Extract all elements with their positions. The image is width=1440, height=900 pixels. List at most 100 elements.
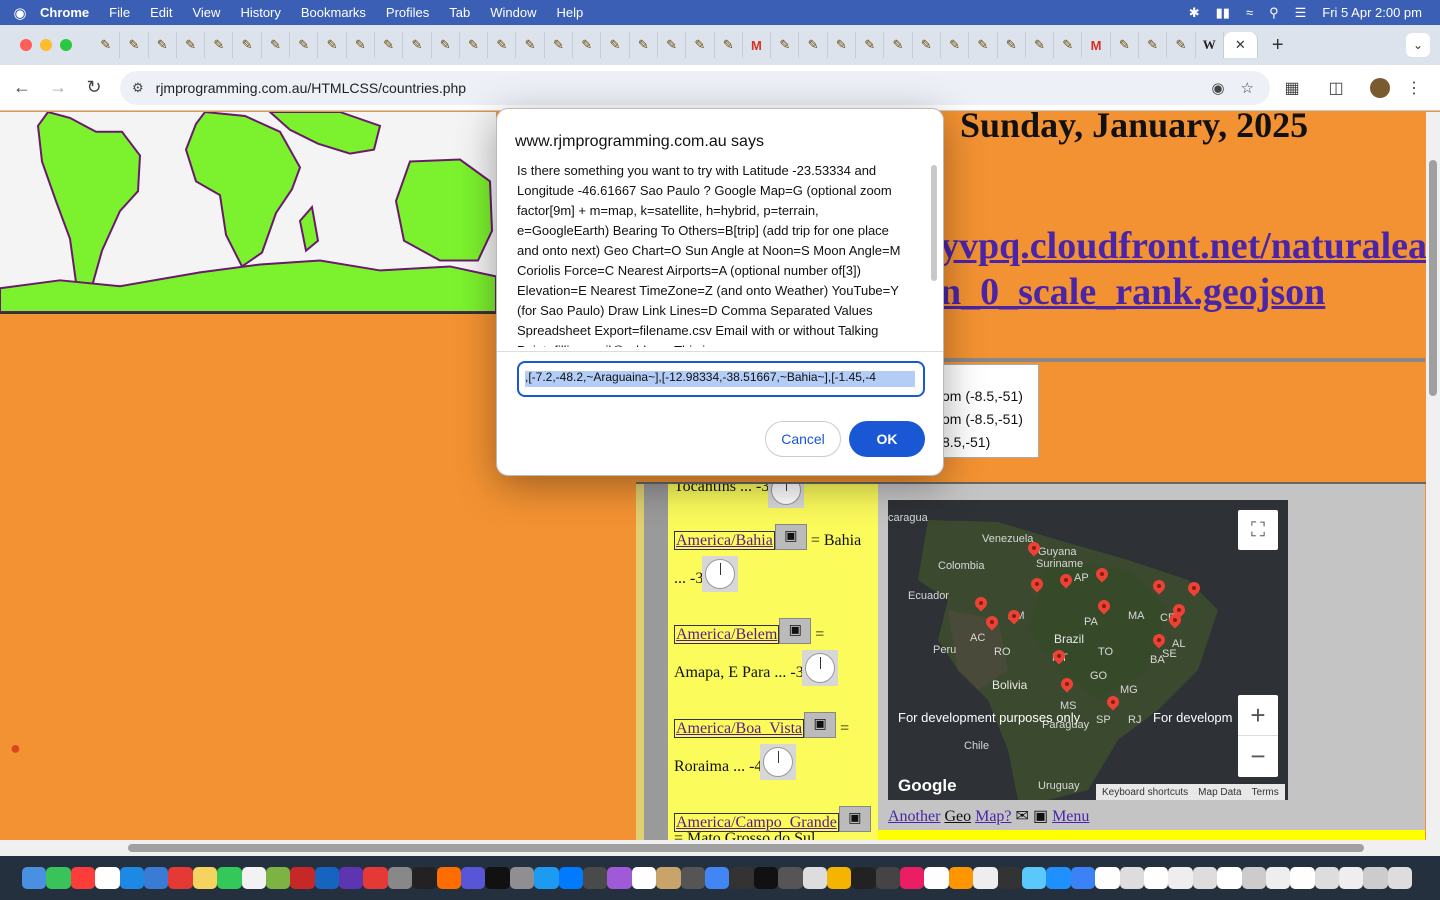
map-marker-icon[interactable] (1031, 578, 1043, 594)
map-pin-icon[interactable]: ● (10, 738, 21, 759)
dock-app-icon[interactable] (22, 867, 47, 889)
clock-icon[interactable] (702, 556, 738, 592)
keyboard-shortcuts-link[interactable]: Keyboard shortcuts (1102, 787, 1188, 798)
chrome-menu-icon[interactable]: ⋮ (1402, 78, 1426, 98)
menu-window[interactable]: Window (490, 5, 536, 20)
dock-app-icon[interactable] (607, 867, 632, 889)
tz-link-boa-vista[interactable]: America/Boa_Vista (674, 719, 805, 738)
clock-icon[interactable] (760, 744, 796, 780)
tab-pencil-icon[interactable]: ✎ (1054, 32, 1083, 58)
dock-app-icon[interactable] (1387, 867, 1413, 889)
apple-menu-icon[interactable]: ◉ (0, 4, 40, 22)
email-icon[interactable]: ✉ (1016, 808, 1029, 825)
tab-pencil-icon[interactable]: ✎ (799, 32, 828, 58)
map-data-link[interactable]: Map Data (1198, 787, 1241, 798)
dock-app-icon[interactable] (143, 867, 169, 889)
dock-app-icon[interactable] (1046, 867, 1071, 889)
menubar-clock[interactable]: Fri 5 Apr 2:00 pm (1322, 5, 1422, 20)
tab-pencil-icon[interactable]: ✎ (998, 32, 1026, 58)
tab-pencil-icon[interactable]: ✎ (488, 32, 517, 58)
tab-pencil-icon[interactable]: ✎ (884, 32, 913, 58)
address-bar[interactable]: ⚙ rjmprogramming.com.au/HTMLCSS/countrie… (120, 70, 1270, 105)
tab-pencil-icon[interactable]: ✎ (432, 32, 460, 58)
dock-app-icon[interactable] (290, 867, 315, 889)
tz-link-bahia[interactable]: America/Bahia (674, 531, 775, 550)
ok-button[interactable]: OK (849, 421, 925, 457)
menu-bookmarks[interactable]: Bookmarks (301, 5, 366, 20)
dock-app-icon[interactable] (436, 867, 462, 889)
tab-pencil-icon[interactable]: ✎ (516, 32, 545, 58)
spotlight-search-icon[interactable]: ⚲ (1269, 5, 1279, 21)
menu-profiles[interactable]: Profiles (386, 5, 429, 20)
tab-pencil-icon[interactable]: ✎ (1139, 32, 1168, 58)
tab-pencil-icon[interactable]: ✎ (658, 32, 687, 58)
dock-app-icon[interactable] (1339, 867, 1364, 889)
map-marker-icon[interactable] (1169, 614, 1181, 630)
wifi-icon[interactable]: ≈ (1246, 5, 1253, 20)
menu-app-chrome[interactable]: Chrome (40, 5, 89, 20)
webcam-icon[interactable]: ▣ (804, 712, 837, 738)
menu-view[interactable]: View (192, 5, 220, 20)
dock-app-icon[interactable] (1022, 867, 1047, 889)
dock-app-icon[interactable] (704, 867, 730, 889)
tab-pencil-icon[interactable]: ✎ (1111, 32, 1139, 58)
new-tab-button[interactable]: + (1272, 34, 1284, 57)
dock-app-icon[interactable] (802, 867, 827, 889)
tab-pencil-icon[interactable]: ✎ (686, 32, 715, 58)
tab-pencil-icon[interactable]: ✎ (601, 32, 630, 58)
dock-app-icon[interactable] (70, 867, 96, 889)
dock-app-icon[interactable] (680, 867, 705, 889)
dock-app-icon[interactable] (558, 867, 583, 889)
dock-app-icon[interactable] (534, 867, 559, 889)
tab-gmail-icon[interactable]: M (743, 32, 772, 58)
dock-app-icon[interactable] (1143, 867, 1169, 889)
tab-pencil-icon[interactable]: ✎ (969, 32, 998, 58)
dock-app-icon[interactable] (753, 867, 779, 889)
webcam-icon[interactable]: ▣ (838, 806, 871, 832)
tab-pencil-icon[interactable]: ✎ (149, 32, 177, 58)
menu-link[interactable]: Menu (1052, 808, 1089, 825)
dock-app-icon[interactable] (900, 867, 925, 889)
dock-app-icon[interactable] (95, 867, 120, 889)
dock-app-icon[interactable] (509, 867, 535, 889)
back-icon[interactable]: ← (4, 77, 40, 98)
cancel-button[interactable]: Cancel (765, 421, 841, 457)
terms-link[interactable]: Terms (1252, 787, 1279, 798)
map-link[interactable]: Map? (975, 808, 1011, 825)
tab-pencil-icon[interactable]: ✎ (318, 32, 347, 58)
map-marker-icon[interactable] (1060, 574, 1072, 590)
dock-app-icon[interactable] (826, 867, 852, 889)
close-window-button[interactable] (20, 39, 32, 51)
dock-app-icon[interactable] (192, 867, 218, 889)
dock-app-icon[interactable] (582, 867, 608, 889)
menu-edit[interactable]: Edit (150, 5, 172, 20)
side-panel-icon[interactable]: ◫ (1314, 78, 1358, 98)
dock-app-icon[interactable] (729, 867, 754, 889)
dock-app-icon[interactable] (875, 867, 901, 889)
dock-app-icon[interactable] (387, 867, 413, 889)
map-marker-icon[interactable] (986, 616, 998, 632)
reload-icon[interactable]: ↻ (76, 77, 112, 98)
dock-app-icon[interactable] (1363, 867, 1388, 889)
dock-app-icon[interactable] (168, 867, 193, 889)
another-link[interactable]: Another (888, 808, 940, 825)
dock-app-icon[interactable] (1265, 867, 1291, 889)
dock-app-icon[interactable] (1290, 867, 1315, 889)
tab-pencil-icon[interactable]: ✎ (403, 32, 432, 58)
dock-app-icon[interactable] (656, 867, 681, 889)
tz-link-belem[interactable]: America/Belem (674, 625, 780, 644)
computer-icon[interactable]: ▣ (1033, 808, 1048, 825)
geojson-link-line1[interactable]: yvpq.cloudfront.net/naturalear (940, 224, 1440, 268)
dock-app-icon[interactable] (339, 867, 364, 889)
zoom-out-button[interactable]: − (1238, 736, 1278, 777)
dock-app-icon[interactable] (948, 867, 974, 889)
map-marker-icon[interactable] (1028, 542, 1040, 558)
zoom-window-button[interactable] (60, 39, 72, 51)
tab-pencil-icon[interactable]: ✎ (375, 32, 404, 58)
scrollbar-thumb[interactable] (128, 844, 1364, 852)
dock-app-icon[interactable] (973, 867, 998, 889)
map-marker-icon[interactable] (1107, 696, 1119, 712)
tab-pencil-icon[interactable]: ✎ (1167, 32, 1196, 58)
map-marker-icon[interactable] (1153, 634, 1165, 650)
dock-app-icon[interactable] (265, 867, 291, 889)
